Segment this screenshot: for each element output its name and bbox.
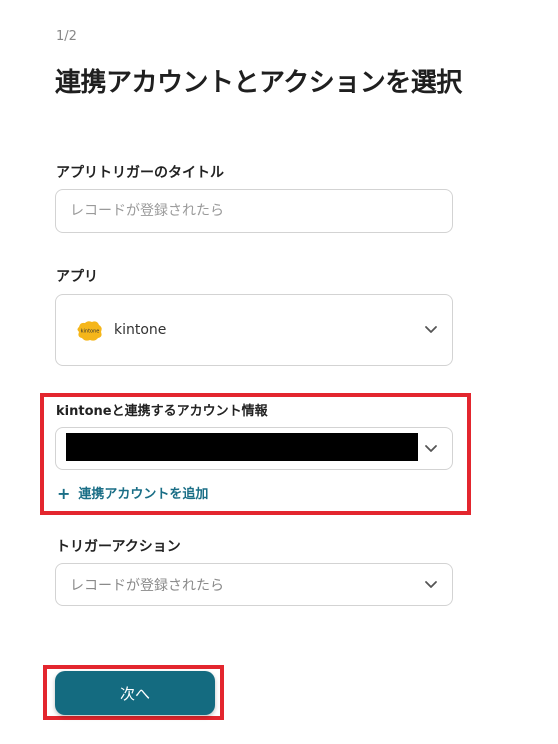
page-title: 連携アカウントとアクションを選択 xyxy=(55,68,462,98)
trigger-title-label: アプリトリガーのタイトル xyxy=(56,165,224,181)
plus-icon: + xyxy=(57,484,71,503)
redacted-account-value xyxy=(66,433,418,461)
step-indicator: 1/2 xyxy=(56,29,77,44)
account-select[interactable] xyxy=(55,427,453,470)
app-select[interactable]: kintone kintone xyxy=(55,294,453,366)
trigger-title-field[interactable] xyxy=(55,189,453,233)
trigger-action-label: トリガーアクション xyxy=(56,539,181,555)
add-account-link[interactable]: + 連携アカウントを追加 xyxy=(57,483,208,503)
add-account-label: 連携アカウントを追加 xyxy=(78,487,209,502)
trigger-action-select[interactable]: レコードが登録されたら xyxy=(55,563,453,606)
kintone-logo: kintone xyxy=(77,321,102,341)
chevron-down-icon xyxy=(425,444,437,452)
app-selected-value: kintone xyxy=(114,322,167,338)
chevron-down-icon xyxy=(425,580,437,588)
trigger-title-input[interactable] xyxy=(56,190,452,232)
app-label: アプリ xyxy=(56,269,98,285)
svg-text:kintone: kintone xyxy=(81,329,100,335)
account-label: kintoneと連携するアカウント情報 xyxy=(56,404,268,419)
chevron-down-icon xyxy=(425,326,437,333)
trigger-action-value: レコードが登録されたら xyxy=(70,577,224,594)
next-button[interactable]: 次へ xyxy=(55,671,215,715)
